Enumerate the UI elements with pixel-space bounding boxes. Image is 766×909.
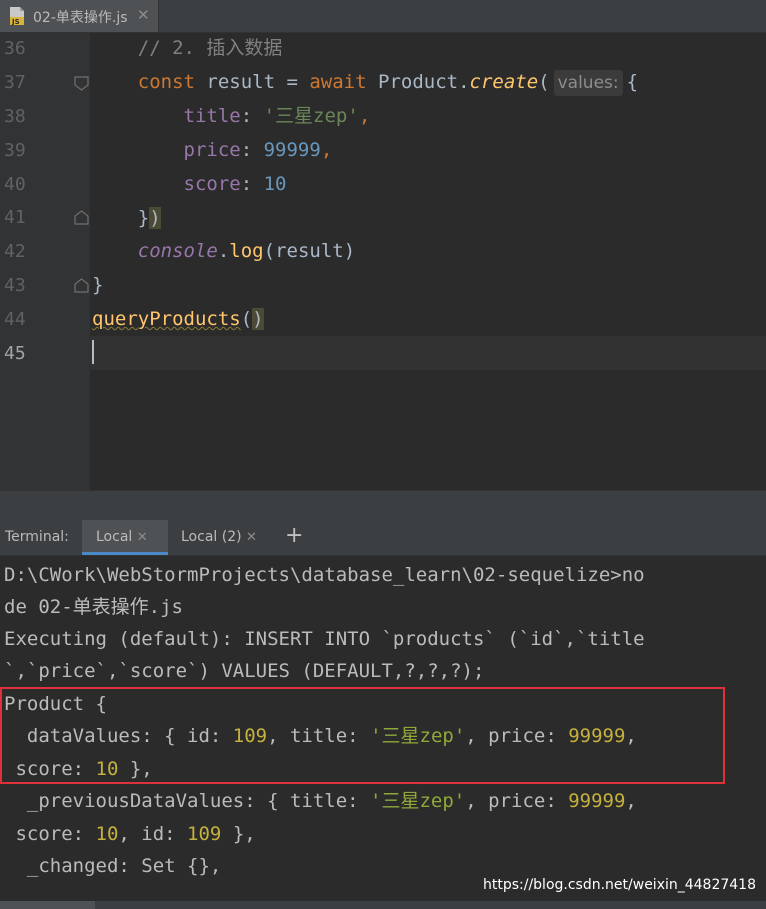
line-number: 44 [4, 309, 26, 330]
terminal-line: de 02-单表操作.js [4, 596, 183, 618]
code-property: price [183, 139, 241, 161]
terminal-string: '三星zep' [370, 790, 466, 812]
line-number: 36 [4, 38, 26, 59]
current-line-highlight [0, 336, 766, 370]
code-number: 99999 [263, 139, 321, 161]
terminal-text: }, [221, 823, 256, 845]
code-punct: : [240, 139, 264, 161]
terminal-line: score: 10, id: 109 }, [4, 818, 256, 850]
parameter-hint: values: [553, 70, 623, 96]
code-line: console.log(result) [92, 234, 355, 268]
editor-tab-bar: JS 02-单表操作.js ✕ [0, 0, 766, 33]
javascript-file-icon: JS [10, 7, 24, 26]
code-punct: : [240, 173, 264, 195]
code-property: score [183, 173, 241, 195]
code-property: title [183, 105, 241, 127]
code-text: Product. [366, 71, 470, 93]
terminal-tab-label: Local [96, 529, 133, 545]
code-global: console [137, 240, 218, 262]
line-number: 42 [4, 241, 26, 262]
terminal-line: Executing (default): INSERT INTO `produc… [4, 628, 645, 650]
terminal-tab-label: Local (2) [181, 529, 242, 545]
line-number: 39 [4, 140, 26, 161]
text-caret [92, 340, 94, 364]
bottom-tool-tab[interactable] [0, 901, 95, 909]
fold-close-icon[interactable] [74, 210, 89, 225]
line-number: 37 [4, 72, 26, 93]
code-line: score: 10 [92, 167, 287, 201]
line-number: 43 [4, 275, 26, 296]
code-punct: } [137, 207, 150, 229]
code-line: price: 99999, [92, 133, 333, 167]
terminal-number: 109 [187, 823, 222, 845]
code-punct: . [217, 240, 230, 262]
code-punct: , [320, 139, 333, 161]
matched-paren: ) [252, 308, 264, 330]
terminal-number: 99999 [568, 790, 626, 812]
file-tab[interactable]: JS 02-单表操作.js ✕ [0, 0, 159, 32]
code-line: // 2. 插入数据 [92, 31, 283, 65]
code-editor[interactable]: 36 37 38 39 40 41 42 43 44 45 // 2. 插入数据… [0, 33, 766, 490]
code-punct: } [92, 274, 104, 296]
code-punct: ( [240, 308, 253, 330]
terminal-text: , [625, 790, 637, 812]
code-punct: , [358, 105, 371, 127]
terminal-number: 10 [95, 823, 119, 845]
terminal-line: D:\CWork\WebStormProjects\database_learn… [4, 564, 645, 586]
matched-paren: ) [149, 207, 161, 229]
terminal-text: , id: [118, 823, 188, 845]
code-keyword: const [137, 71, 195, 93]
fold-close-icon[interactable] [74, 278, 89, 293]
terminal-line: `,`price`,`score`) VALUES (DEFAULT,?,?,?… [4, 660, 485, 682]
fold-open-icon[interactable] [74, 76, 89, 91]
code-line: } [92, 268, 103, 302]
code-punct: { [626, 71, 639, 93]
close-icon[interactable]: ✕ [137, 530, 148, 545]
terminal-text: score: [4, 823, 96, 845]
code-function: log [229, 240, 264, 262]
code-line: }) [92, 201, 161, 235]
code-comment: // 2. 插入数据 [137, 37, 283, 59]
code-punct: : [240, 105, 264, 127]
code-number: 10 [263, 173, 287, 195]
code-function-call: queryProducts [92, 308, 241, 330]
code-line: title: '三星zep', [92, 99, 371, 133]
bottom-tool-strip [0, 901, 766, 909]
close-tab-icon[interactable]: ✕ [137, 6, 150, 24]
terminal-line: _changed: Set {}, [4, 855, 222, 877]
code-line: const result = await Product.create(valu… [92, 65, 638, 99]
terminal-text: , price: [465, 790, 569, 812]
terminal-tab-local[interactable]: Local ✕ [96, 529, 148, 545]
code-text: (result) [263, 240, 356, 262]
code-keyword: await [309, 71, 367, 93]
new-terminal-plus-icon[interactable]: + [285, 523, 303, 548]
svg-text:JS: JS [11, 18, 20, 26]
watermark: https://blog.csdn.net/weixin_44827418 [482, 877, 756, 893]
line-number: 41 [4, 207, 26, 228]
terminal-line: _previousDataValues: { title: '三星zep', p… [4, 785, 637, 817]
terminal-output[interactable]: D:\CWork\WebStormProjects\database_learn… [0, 556, 766, 909]
code-line: queryProducts() [92, 302, 264, 336]
terminal-text: _previousDataValues: { title: [4, 790, 371, 812]
terminal-tab-local-2[interactable]: Local (2) ✕ [181, 529, 257, 545]
terminal-label: Terminal: [5, 529, 69, 545]
code-text: result = [194, 71, 310, 93]
terminal-tab-active-underline [82, 552, 168, 555]
code-punct: ( [538, 71, 550, 93]
code-function: create [469, 71, 539, 93]
file-tab-title: 02-单表操作.js [33, 10, 128, 26]
code-string: '三星zep' [263, 105, 359, 127]
terminal-toolbar: Terminal: Local ✕ Local (2) ✕ + [0, 520, 766, 556]
panel-splitter[interactable] [0, 490, 766, 521]
line-number: 40 [4, 174, 26, 195]
line-number-current: 45 [4, 343, 26, 364]
line-number: 38 [4, 106, 26, 127]
close-icon[interactable]: ✕ [246, 530, 257, 545]
annotation-highlight-box [0, 687, 725, 784]
